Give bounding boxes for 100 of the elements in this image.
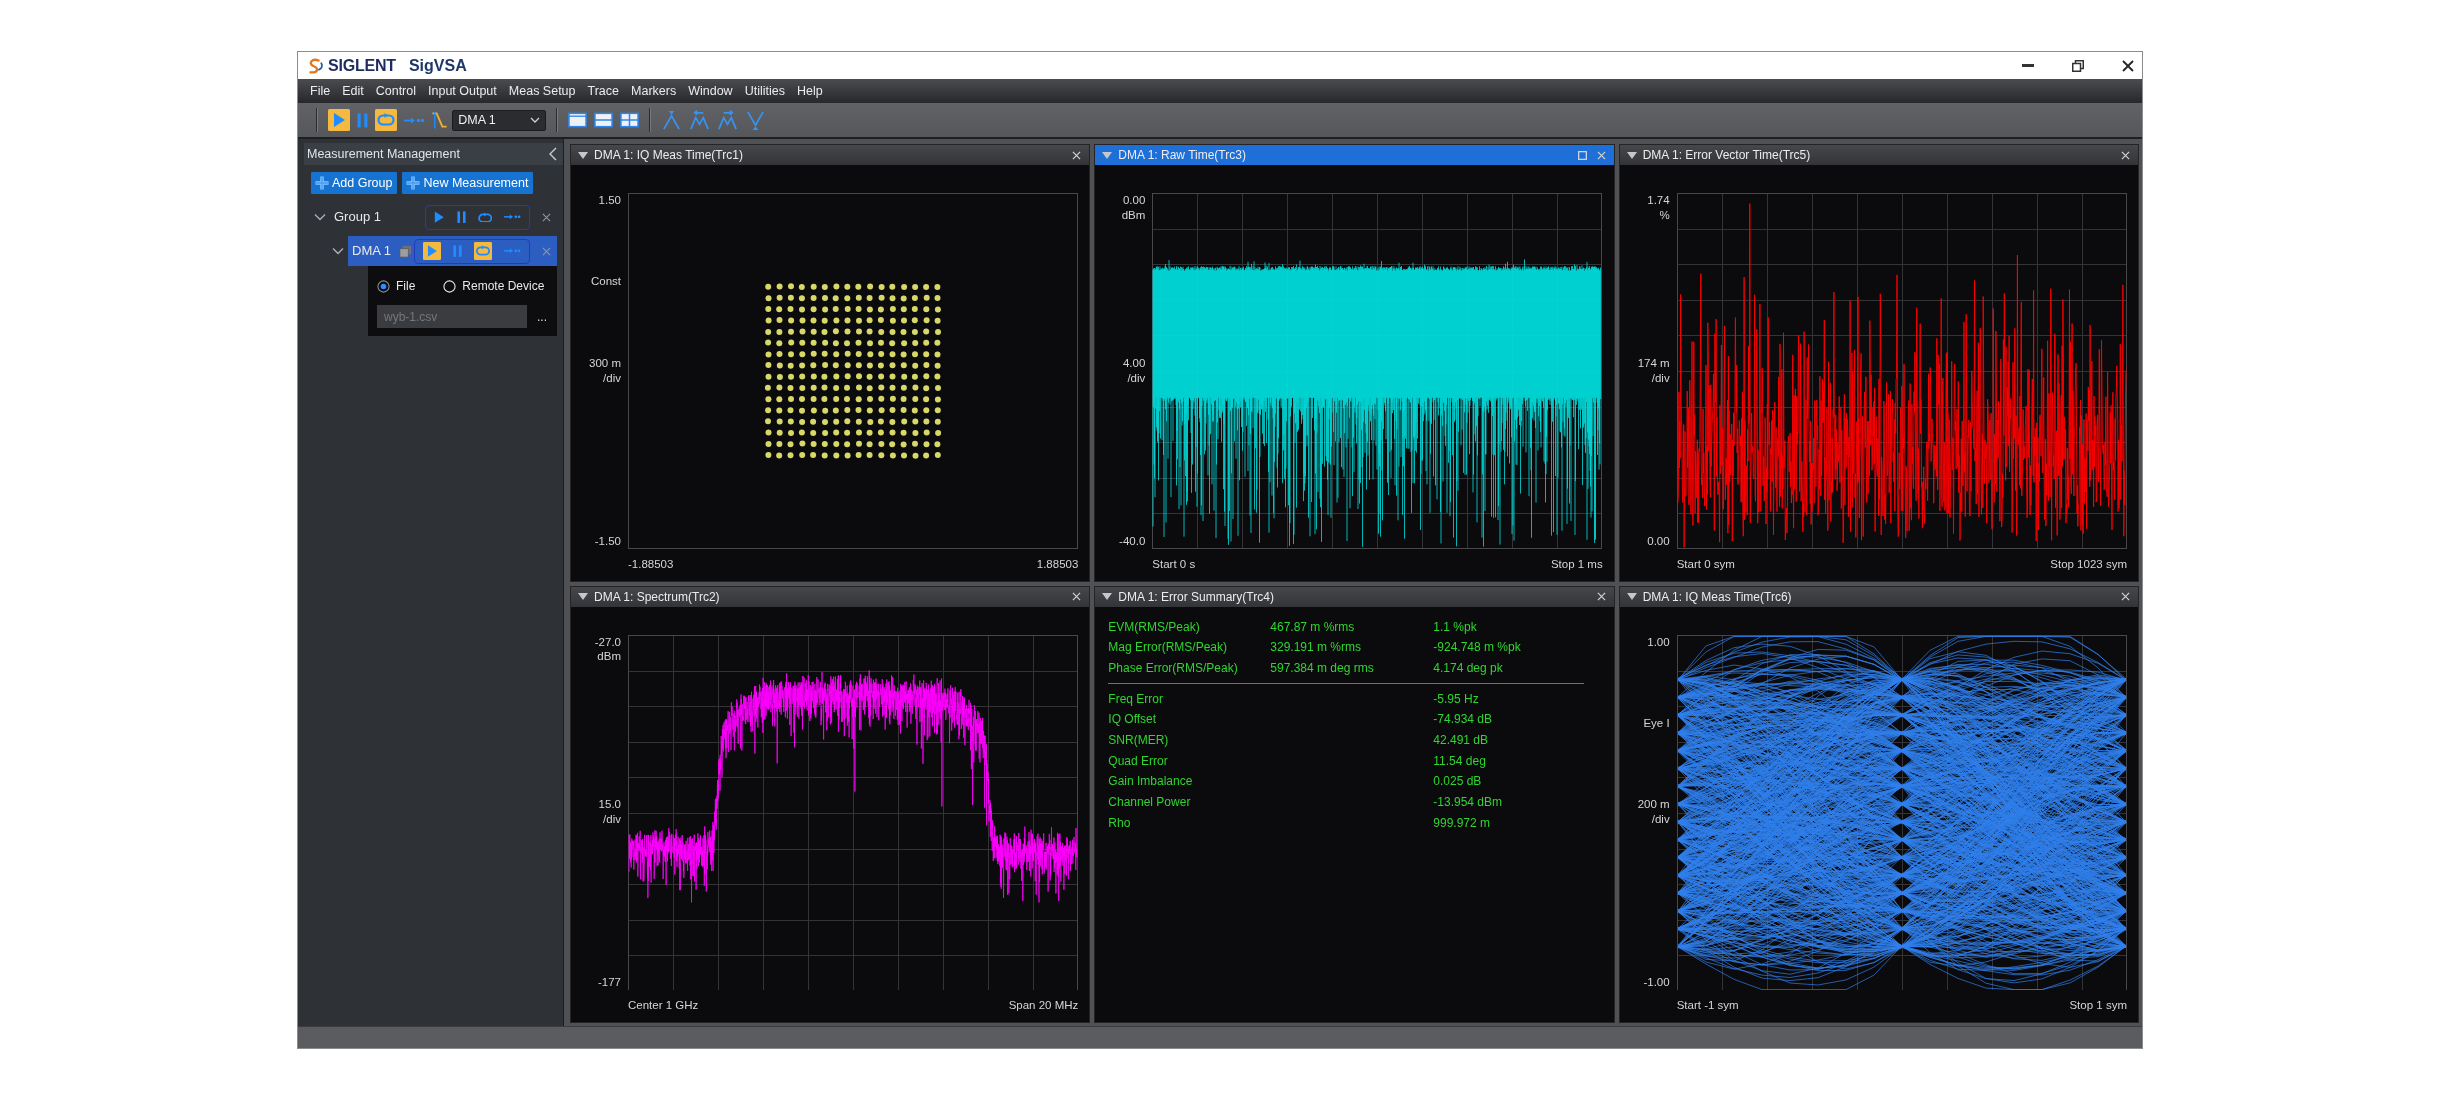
menu-item[interactable]: Window [682, 81, 739, 101]
axis-label: Center 1 GHz [628, 998, 699, 1013]
axis-label: Stop 1 sym [2069, 998, 2127, 1013]
measurement-dropdown[interactable]: DMA 1 [452, 109, 547, 131]
loop-icon[interactable] [478, 211, 493, 223]
metric-value: -13.954 dBm [1433, 794, 1504, 812]
loop-icon[interactable] [474, 242, 493, 260]
metric-value: -924.748 m %pk [1433, 639, 1522, 657]
tree-label: DMA 1 [352, 242, 391, 261]
grid-layout-icon[interactable] [620, 112, 640, 128]
valley-marker-icon[interactable] [745, 109, 767, 131]
panel-title: DMA 1: Error Summary(Trc4) [1118, 588, 1274, 606]
caret-icon[interactable] [1626, 593, 1637, 600]
axis-label: -27.0 [594, 634, 621, 650]
radio-label: Remote Device [462, 278, 545, 295]
axis-label: Stop 1023 sym [2050, 556, 2127, 572]
metric-label: Gain Imbalance [1108, 773, 1194, 791]
axis-label: 1.88503 [1036, 556, 1079, 572]
metric-value: 1.1 %pk [1433, 618, 1478, 636]
axis-unit: dBm [597, 649, 621, 665]
radio-button[interactable] [377, 279, 390, 293]
axis-label: 0.00 [1122, 193, 1146, 208]
add-group-button[interactable]: Add Group [311, 172, 398, 194]
panel-title: DMA 1: IQ Meas Time(Trc6) [1642, 588, 1792, 606]
metric-label: Freq Error [1108, 690, 1164, 708]
plus-icon [315, 176, 329, 190]
arrow-dots-icon[interactable] [504, 214, 521, 220]
axis-label: 4.00 [1122, 355, 1146, 371]
peak-right-arrow-icon[interactable] [717, 109, 739, 131]
menu-item[interactable]: File [304, 81, 337, 101]
close-icon[interactable] [2122, 59, 2134, 72]
metric-value: -74.934 dB [1433, 711, 1494, 729]
remove-icon[interactable] [542, 212, 551, 222]
axis-unit: % [1659, 207, 1670, 223]
panel-title: DMA 1: Spectrum(Trc2) [594, 588, 720, 606]
axis-label: 200 m [1637, 797, 1670, 813]
pause-icon[interactable] [357, 112, 368, 128]
maximize-icon[interactable] [1577, 150, 1587, 160]
metric-label: SNR(MER) [1108, 732, 1170, 749]
menu-item[interactable]: Meas Setup [502, 81, 582, 101]
axis-label: -177 [597, 975, 621, 990]
menu-item[interactable]: Help [790, 81, 829, 101]
axis-label: /div [1651, 812, 1670, 828]
peak-marker-icon[interactable] [661, 109, 683, 131]
logo-text: SIGLENT [328, 55, 396, 76]
caret-icon[interactable] [578, 593, 588, 600]
copy-icon[interactable] [399, 244, 412, 258]
axis-label: -1.00 [1643, 975, 1670, 990]
peak-left-arrow-icon[interactable] [689, 109, 711, 131]
arrow-dots-icon[interactable] [504, 248, 521, 254]
metric-value: 4.174 deg pk [1433, 659, 1504, 677]
menu-item[interactable]: Edit [336, 81, 370, 101]
edge-icon[interactable] [431, 110, 449, 130]
plus-icon [406, 176, 421, 190]
tree-label: Group 1 [334, 208, 381, 227]
window-title: SigVSA [408, 55, 467, 76]
tree-row[interactable]: DMA 1 [348, 236, 557, 266]
axis-label: Const [590, 274, 621, 290]
sidebar-title: Measurement Management [307, 145, 460, 163]
new-measurement-button[interactable]: New Measurement [402, 172, 534, 194]
play-icon[interactable] [423, 242, 442, 260]
single-pane-layout-icon[interactable] [568, 112, 588, 128]
metric-value: -5.95 Hz [1433, 690, 1480, 708]
caret-icon[interactable] [1626, 151, 1637, 159]
panel-title: DMA 1: Raw Time(Trc3) [1118, 147, 1246, 164]
metric-value: 42.491 dB [1433, 732, 1490, 749]
metric-value: 999.972 m [1433, 814, 1492, 832]
axis-label: 15.0 [598, 797, 621, 813]
metric-label: Rho [1108, 814, 1132, 832]
chevron-left-icon[interactable] [549, 147, 557, 161]
tree-row[interactable]: Group 1 [330, 202, 557, 232]
panel-title: DMA 1: Error Vector Time(Trc5) [1642, 147, 1811, 164]
axis-label: -40.0 [1119, 533, 1146, 549]
axis-label: /div [1127, 370, 1146, 386]
restore-icon[interactable] [2072, 59, 2084, 72]
metric-label: Quad Error [1108, 752, 1169, 770]
menu-item[interactable]: Input Output [422, 81, 503, 101]
axis-label: -1.88503 [628, 556, 674, 572]
play-icon[interactable] [434, 210, 445, 224]
browse-button[interactable]: ... [537, 307, 547, 326]
chevron-icon[interactable] [314, 211, 326, 223]
axis-label: /div [603, 812, 621, 828]
caret-icon[interactable] [1102, 151, 1113, 159]
axis-label: 1.00 [1647, 634, 1670, 650]
metric-label: Mag Error(RMS/Peak) [1108, 639, 1228, 657]
chevron-icon[interactable] [332, 245, 344, 257]
arrow-dots-icon[interactable] [404, 116, 425, 124]
metric-value: 597.384 m deg rms [1270, 659, 1375, 677]
caret-icon[interactable] [1102, 593, 1113, 600]
axis-label: Start 0 s [1152, 556, 1196, 572]
menu-item[interactable]: Markers [625, 81, 683, 101]
two-row-layout-icon[interactable] [594, 112, 614, 128]
caret-icon[interactable] [578, 151, 588, 159]
menu-item[interactable]: Utilities [738, 81, 791, 101]
menu-item[interactable]: Trace [581, 81, 626, 101]
menu-item[interactable]: Control [369, 81, 422, 101]
pause-icon[interactable] [457, 210, 466, 224]
axis-label: Span 20 MHz [1008, 998, 1079, 1013]
metric-label: EVM(RMS/Peak) [1108, 618, 1201, 636]
metric-value: 0.025 dB [1433, 773, 1483, 791]
